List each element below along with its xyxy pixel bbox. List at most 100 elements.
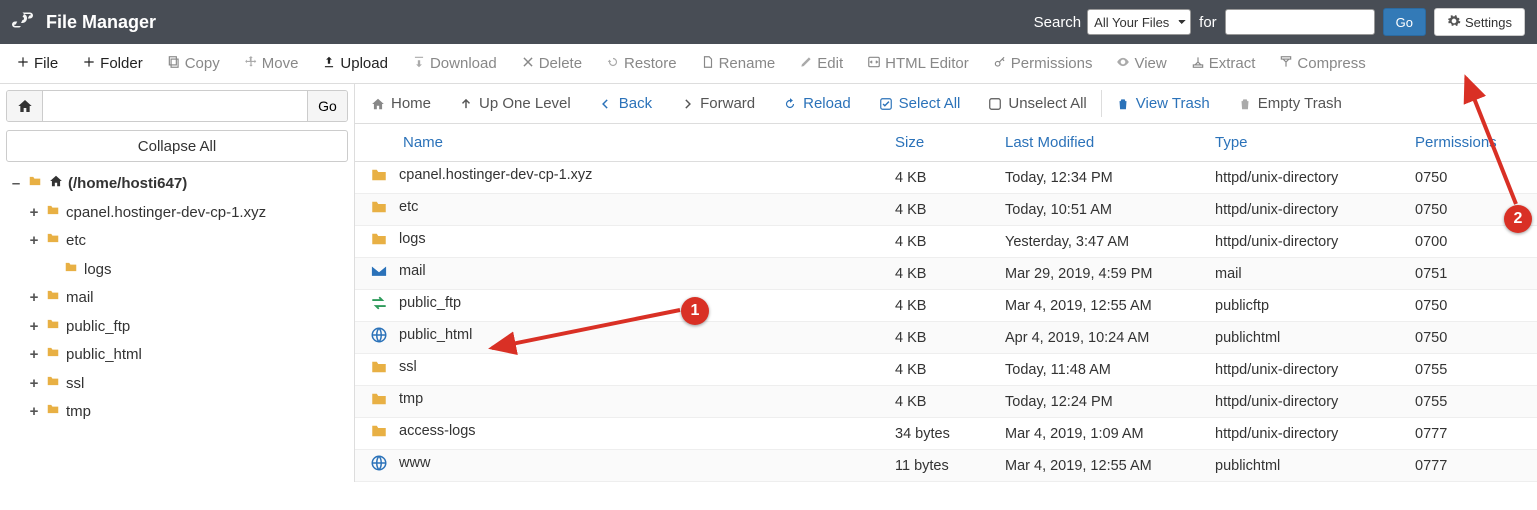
nav-forward-button[interactable]: Forward — [666, 84, 769, 123]
tree-item-label: etc — [66, 227, 86, 256]
settings-button[interactable]: Settings — [1434, 8, 1525, 36]
search-scope-select[interactable]: All Your Files — [1087, 9, 1191, 35]
file-size: 4 KB — [887, 386, 997, 418]
new-file-button[interactable]: File — [4, 44, 70, 83]
table-row[interactable]: www11 bytesMar 4, 2019, 12:55 AMpublicht… — [355, 450, 1537, 482]
html-editor-button[interactable]: HTML Editor — [855, 44, 981, 83]
file-permissions: 0777 — [1407, 450, 1537, 482]
folder-icon — [369, 422, 389, 440]
path-go-button[interactable]: Go — [307, 91, 347, 121]
col-name[interactable]: Name — [355, 124, 887, 162]
folder-icon — [369, 230, 389, 248]
file-label: File — [34, 55, 58, 72]
expand-toggle-icon[interactable]: + — [28, 313, 40, 342]
app-brand: File Manager — [12, 8, 156, 37]
col-permissions[interactable]: Permissions — [1407, 124, 1537, 162]
nav-home-button[interactable]: Home — [357, 84, 445, 123]
select-all-button[interactable]: Select All — [865, 84, 975, 123]
file-name: www — [399, 455, 430, 471]
folder-open-icon — [26, 170, 44, 199]
table-row[interactable]: public_html4 KBApr 4, 2019, 10:24 AMpubl… — [355, 322, 1537, 354]
file-modified: Today, 12:24 PM — [997, 386, 1207, 418]
key-icon — [993, 55, 1007, 73]
reload-label: Reload — [803, 95, 851, 112]
file-size: 4 KB — [887, 226, 997, 258]
file-type: mail — [1207, 258, 1407, 290]
file-modified: Mar 4, 2019, 1:09 AM — [997, 418, 1207, 450]
compress-label: Compress — [1297, 55, 1365, 72]
search-input[interactable] — [1225, 9, 1375, 35]
annotation-badge-2: 2 — [1504, 205, 1532, 233]
settings-label: Settings — [1465, 15, 1512, 30]
nav-back-button[interactable]: Back — [585, 84, 666, 123]
permissions-button[interactable]: Permissions — [981, 44, 1105, 83]
tree-item[interactable]: +public_ftp — [28, 313, 348, 342]
file-name: public_ftp — [399, 295, 461, 311]
download-icon — [412, 55, 426, 73]
col-type[interactable]: Type — [1207, 124, 1407, 162]
tree-item[interactable]: +cpanel.hostinger-dev-cp-1.xyz — [28, 199, 348, 228]
extract-label: Extract — [1209, 55, 1256, 72]
collapse-toggle-icon[interactable]: – — [10, 170, 22, 199]
delete-button[interactable]: Delete — [509, 44, 594, 83]
folder-icon — [44, 227, 62, 256]
table-row[interactable]: logs4 KBYesterday, 3:47 AMhttpd/unix-dir… — [355, 226, 1537, 258]
upload-button[interactable]: Upload — [310, 44, 400, 83]
search-label: Search — [1034, 14, 1082, 31]
restore-button[interactable]: Restore — [594, 44, 689, 83]
new-folder-button[interactable]: Folder — [70, 44, 155, 83]
empty-trash-button[interactable]: Empty Trash — [1224, 84, 1356, 123]
tree-item[interactable]: +public_html — [28, 341, 348, 370]
search-go-button[interactable]: Go — [1383, 8, 1426, 36]
tree-item[interactable]: logs — [46, 256, 348, 285]
file-permissions: 0750 — [1407, 322, 1537, 354]
table-row[interactable]: cpanel.hostinger-dev-cp-1.xyz4 KBToday, … — [355, 162, 1537, 194]
folder-icon — [44, 284, 62, 313]
col-modified[interactable]: Last Modified — [997, 124, 1207, 162]
tree-item[interactable]: +tmp — [28, 398, 348, 427]
table-row[interactable]: tmp4 KBToday, 12:24 PMhttpd/unix-directo… — [355, 386, 1537, 418]
table-row[interactable]: etc4 KBToday, 10:51 AMhttpd/unix-directo… — [355, 194, 1537, 226]
copy-button[interactable]: Copy — [155, 44, 232, 83]
file-size: 4 KB — [887, 354, 997, 386]
view-button[interactable]: View — [1104, 44, 1178, 83]
table-row[interactable]: access-logs34 bytesMar 4, 2019, 1:09 AMh… — [355, 418, 1537, 450]
expand-toggle-icon[interactable]: + — [28, 199, 40, 228]
expand-toggle-icon[interactable]: + — [28, 227, 40, 256]
extract-button[interactable]: Extract — [1179, 44, 1268, 83]
table-row[interactable]: mail4 KBMar 29, 2019, 4:59 PMmail0751 — [355, 258, 1537, 290]
table-row[interactable]: ssl4 KBToday, 11:48 AMhttpd/unix-directo… — [355, 354, 1537, 386]
mail-icon — [369, 262, 389, 280]
collapse-all-button[interactable]: Collapse All — [6, 130, 348, 162]
eye-icon — [1116, 55, 1130, 73]
view-trash-button[interactable]: View Trash — [1102, 84, 1224, 123]
move-button[interactable]: Move — [232, 44, 311, 83]
tree-item[interactable]: +ssl — [28, 370, 348, 399]
tree-item[interactable]: +mail — [28, 284, 348, 313]
nav-up-button[interactable]: Up One Level — [445, 84, 585, 123]
file-permissions: 0755 — [1407, 354, 1537, 386]
file-type: httpd/unix-directory — [1207, 194, 1407, 226]
move-label: Move — [262, 55, 299, 72]
unselect-all-button[interactable]: Unselect All — [974, 84, 1100, 123]
tree-root[interactable]: – (/home/hosti647) — [10, 170, 348, 199]
reload-button[interactable]: Reload — [769, 84, 865, 123]
expand-toggle-icon[interactable]: + — [28, 284, 40, 313]
rename-button[interactable]: Rename — [689, 44, 788, 83]
expand-toggle-icon[interactable]: + — [28, 370, 40, 399]
download-button[interactable]: Download — [400, 44, 509, 83]
edit-button[interactable]: Edit — [787, 44, 855, 83]
file-type: publichtml — [1207, 322, 1407, 354]
folder-icon — [44, 398, 62, 427]
path-input[interactable] — [43, 91, 307, 121]
expand-toggle-icon[interactable]: + — [28, 398, 40, 427]
plus-icon — [16, 55, 30, 73]
tree-item[interactable]: + etc — [28, 227, 348, 256]
home-icon — [48, 170, 64, 199]
col-size[interactable]: Size — [887, 124, 997, 162]
compress-button[interactable]: Compress — [1267, 44, 1377, 83]
folder-icon — [369, 390, 389, 408]
table-row[interactable]: public_ftp4 KBMar 4, 2019, 12:55 AMpubli… — [355, 290, 1537, 322]
path-home-button[interactable] — [7, 91, 43, 121]
expand-toggle-icon[interactable]: + — [28, 341, 40, 370]
